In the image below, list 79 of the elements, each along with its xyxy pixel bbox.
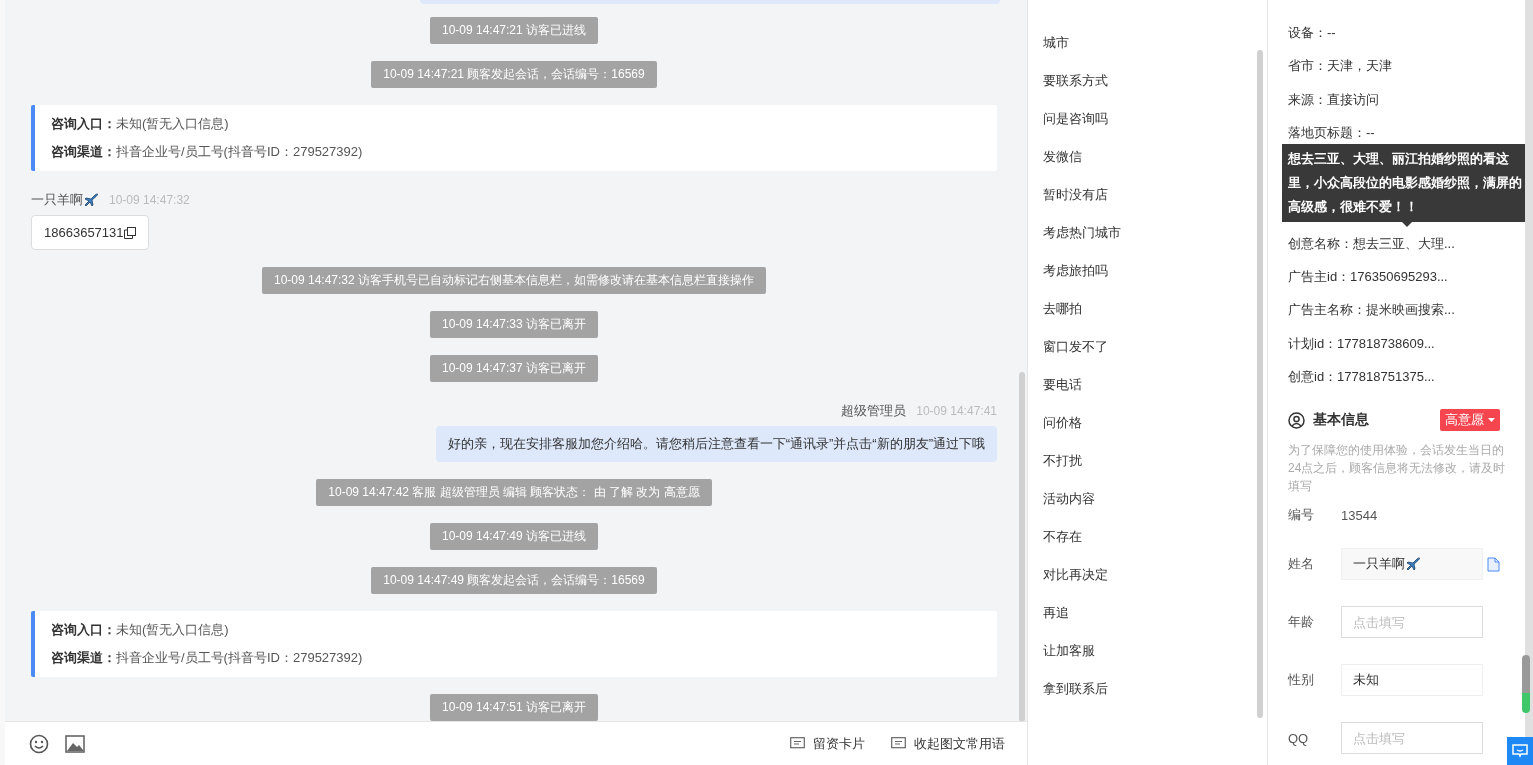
field-value: 13544	[1341, 507, 1378, 523]
system-message: 10-09 14:47:42 客服 超级管理员 编辑 顾客状态： 由 了解 改为 高意愿	[316, 479, 712, 506]
message-text: 18663657131	[44, 225, 124, 240]
system-message: 10-09 14:47:37 访客已离开	[429, 355, 599, 382]
field-label: 姓名	[1288, 555, 1315, 574]
system-message: 10-09 14:47:21 顾客发起会话，会话编号：16569	[371, 61, 657, 88]
sender-name: 超级管理员	[841, 402, 907, 420]
sender-name: 一只羊啊	[31, 191, 83, 209]
scrollbar[interactable]	[1522, 655, 1530, 713]
message-time: 10-09 14:47:32	[109, 193, 190, 207]
phrase-item[interactable]: 问是咨询吗	[1028, 100, 1123, 138]
input-field[interactable]: 点击填写	[1341, 606, 1483, 639]
field-label: QQ	[1288, 730, 1310, 746]
info-label: 咨询入口：	[51, 115, 116, 133]
info-label: 咨询渠道：	[51, 143, 116, 161]
image-icon[interactable]	[65, 734, 85, 753]
source-info-row-text: 广告主id：176350695293...	[1288, 267, 1448, 286]
source-info-row-text: 设备：--	[1288, 24, 1336, 42]
source-info-row-text: 省市：天津，天津	[1288, 57, 1392, 76]
airplane-icon	[1405, 556, 1421, 573]
message-icon	[790, 737, 805, 750]
phrase-item[interactable]: 再追	[1028, 594, 1084, 632]
field-label: 性别	[1288, 671, 1315, 690]
scrollbar[interactable]	[1257, 50, 1263, 718]
system-message: 10-09 14:47:21 访客已进线	[429, 17, 599, 44]
source-info-row-text: 落地页标题：--	[1288, 124, 1375, 143]
status-dropdown[interactable]: 高意愿	[1440, 409, 1500, 432]
info-label: 咨询入口：	[51, 621, 116, 639]
source-info-row-text: 创意名称：想去三亚、大理...	[1288, 234, 1455, 253]
phrase-item[interactable]: 让加客服	[1028, 632, 1110, 670]
source-info-row-text: 计划id：177818738609...	[1288, 334, 1435, 353]
phrase-item[interactable]: 考虑热门城市	[1028, 214, 1136, 252]
name-field[interactable]: 一只羊啊	[1341, 548, 1483, 581]
chat-icon	[1512, 744, 1528, 758]
info-value: 抖音企业号/员工号(抖音号ID：279527392)	[116, 649, 363, 667]
phrase-item[interactable]: 要联系方式	[1028, 62, 1123, 100]
phrase-item[interactable]: 拿到联系后	[1028, 670, 1123, 708]
phrase-item[interactable]: 对比再决定	[1028, 556, 1123, 594]
phrase-item[interactable]: 城市	[1028, 24, 1084, 62]
info-label: 咨询渠道：	[51, 649, 116, 667]
source-info-row-text: 创意id：177818751375...	[1288, 368, 1435, 387]
caret-icon	[1488, 418, 1495, 423]
chat-button[interactable]	[1507, 737, 1533, 765]
system-message: 10-09 14:47:33 访客已离开	[429, 311, 599, 338]
info-value: 未知(暂无入口信息)	[116, 621, 229, 639]
source-info-row-text: 来源：直接访问	[1288, 90, 1379, 109]
system-message: 10-09 14:47:51 访客已离开	[429, 694, 599, 721]
message-icon	[891, 737, 906, 750]
field-label: 年龄	[1288, 613, 1315, 632]
copy-icon[interactable]	[123, 226, 136, 239]
phrase-item[interactable]: 要电话	[1028, 366, 1097, 404]
emoji-icon[interactable]	[29, 733, 49, 754]
phrase-item[interactable]: 暂时没有店	[1028, 176, 1123, 214]
info-value: 未知(暂无入口信息)	[116, 115, 229, 133]
input-field[interactable]: 点击填写	[1341, 722, 1483, 755]
info-value: 抖音企业号/员工号(抖音号ID：279527392)	[116, 143, 363, 161]
phrase-item[interactable]: 不打扰	[1028, 442, 1097, 480]
phrase-item[interactable]: 不存在	[1028, 518, 1097, 556]
message-time: 10-09 14:47:41	[916, 404, 997, 418]
source-info-row-text: 广告主名称：提米映画搜索...	[1288, 301, 1455, 320]
phrase-item[interactable]: 发微信	[1028, 138, 1097, 176]
field-label: 编号	[1288, 506, 1315, 525]
system-message: 10-09 14:47:32 访客手机号已自动标记右侧基本信息栏，如需修改请在基本信息栏直接操作	[261, 267, 767, 294]
user-icon	[1288, 411, 1305, 429]
phrase-item[interactable]: 活动内容	[1028, 480, 1110, 518]
toolbar-button[interactable]: 收起图文常用语	[891, 734, 1005, 753]
phrase-item[interactable]: 窗口发不了	[1028, 328, 1123, 366]
notice-text: 为了保障您的使用体验，会话发生当日的24点之后，顾客信息将无法修改，请及时填写	[1288, 442, 1506, 496]
select-field[interactable]: 未知	[1341, 664, 1483, 697]
scrollbar[interactable]	[1019, 372, 1025, 721]
phrase-item[interactable]: 问价格	[1028, 404, 1097, 442]
airplane-icon	[83, 192, 99, 208]
phrase-item[interactable]: 去哪拍	[1028, 290, 1097, 328]
section-title: 基本信息	[1313, 411, 1370, 430]
message-bubble: 好的亲，现在安排客服加您介绍哈。请您稍后注意查看一下“通讯录”并点击“新的朋友”通过下哦	[435, 426, 997, 462]
system-message: 10-09 14:47:49 顾客发起会话，会话编号：16569	[371, 567, 657, 594]
phrase-item[interactable]: 考虑旅拍吗	[1028, 252, 1123, 290]
toolbar-button[interactable]: 留资卡片	[790, 734, 865, 753]
system-message: 10-09 14:47:49 访客已进线	[429, 523, 599, 550]
